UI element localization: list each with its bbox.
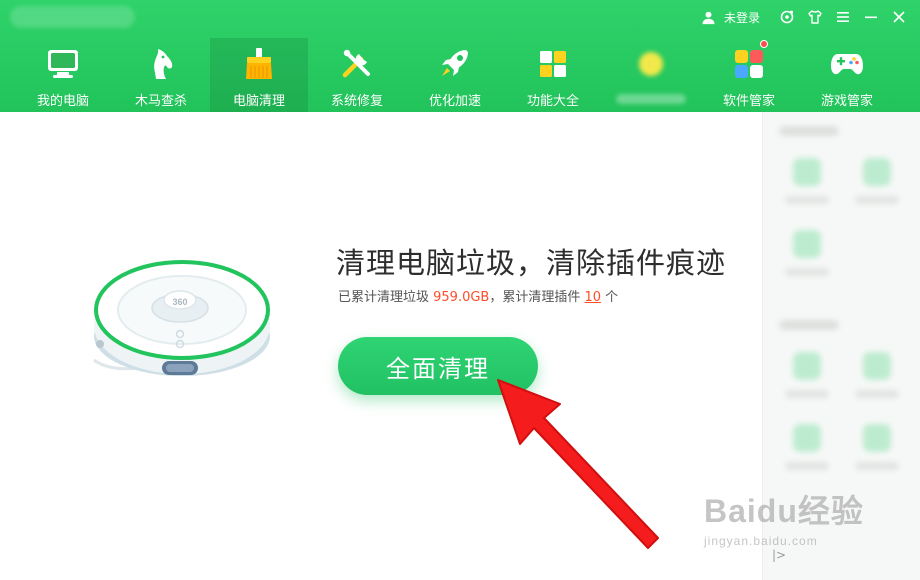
broom-icon — [246, 48, 272, 79]
main-nav: 我的电脑 木马查杀 电脑清理 系统修复 优化加速 功能大全 软件管家 游戏管家 — [14, 38, 896, 112]
login-label: 未登录 — [723, 10, 760, 25]
app-logo — [10, 6, 135, 28]
cleanup-panel: 360 清理电脑垃圾，清除插件痕迹 已累计清理垃圾 959.0GB，累计清理插件… — [0, 112, 762, 580]
horse-icon — [154, 49, 173, 79]
stats-suffix: 个 — [601, 290, 619, 305]
tab-my-computer[interactable]: 我的电脑 — [14, 38, 112, 112]
menu-button[interactable] — [830, 4, 856, 30]
tab-label: 功能大全 — [526, 94, 579, 109]
plugin-count-link[interactable]: 10 — [585, 290, 602, 305]
tab-software-manager[interactable]: 软件管家 — [700, 38, 798, 112]
tab-label: 系统修复 — [330, 94, 383, 109]
user-icon — [702, 11, 715, 24]
red-arrow-annotation — [497, 379, 659, 549]
tab-blurred[interactable] — [602, 38, 700, 112]
sidebar-collapse-toggle[interactable]: |> — [772, 548, 786, 562]
tools-icon — [342, 49, 370, 78]
stats-mid: ，累计清理插件 — [489, 290, 585, 305]
tab-label: 优化加速 — [428, 94, 481, 109]
login-button[interactable]: 未登录 — [701, 9, 760, 26]
robot-vacuum-illustration: 360 — [93, 260, 270, 376]
notification-dot — [760, 40, 768, 48]
rocket-icon — [442, 50, 468, 76]
skin-icon — [808, 10, 822, 24]
page-title: 清理电脑垃圾，清除插件痕迹 — [336, 246, 727, 280]
monitor-icon — [48, 50, 78, 78]
close-icon — [893, 11, 905, 23]
minimize-icon — [865, 16, 877, 19]
menu-icon — [837, 12, 849, 22]
tab-label: 我的电脑 — [36, 94, 89, 109]
tab-label: 木马查杀 — [134, 94, 187, 109]
tab-optimize-speedup[interactable]: 优化加速 — [406, 38, 504, 112]
tab-pc-cleanup[interactable]: 电脑清理 — [210, 38, 308, 112]
tab-label: 电脑清理 — [232, 94, 285, 109]
robot-badge: 360 — [172, 297, 187, 307]
tab-label: 软件管家 — [722, 94, 775, 109]
close-button[interactable] — [886, 4, 912, 30]
settings-icon — [780, 10, 794, 24]
settings-button[interactable] — [774, 4, 800, 30]
tab-system-repair[interactable]: 系统修复 — [308, 38, 406, 112]
total-junk-size: 959.0GB — [433, 290, 490, 305]
stats-prefix: 已累计清理垃圾 — [338, 290, 434, 305]
tab-label-blurred — [616, 94, 686, 104]
titlebar: 未登录 — [701, 0, 920, 34]
app-window: 未登录 我的电脑 木马查杀 电脑清理 系统修复 优化加速 功能大全 软件管家 游… — [0, 0, 920, 580]
baidu-watermark: Baidu经验 jingyan.baidu.com — [704, 486, 864, 548]
minimize-button[interactable] — [858, 4, 884, 30]
grid-icon — [540, 51, 566, 77]
skin-button[interactable] — [802, 4, 828, 30]
watermark-main: Baidu经验 — [704, 493, 864, 529]
blurred-icon — [639, 52, 663, 76]
cleanup-stats: 已累计清理垃圾 959.0GB，累计清理插件 10 个 — [338, 286, 618, 305]
tab-game-manager[interactable]: 游戏管家 — [798, 38, 896, 112]
tab-label: 游戏管家 — [820, 94, 873, 109]
gamepad-icon — [831, 54, 863, 75]
tab-trojan-scan[interactable]: 木马查杀 — [112, 38, 210, 112]
tab-all-features[interactable]: 功能大全 — [504, 38, 602, 112]
watermark-url: jingyan.baidu.com — [704, 534, 818, 548]
header: 未登录 我的电脑 木马查杀 电脑清理 系统修复 优化加速 功能大全 软件管家 游… — [0, 0, 920, 112]
apps-icon — [735, 50, 763, 78]
